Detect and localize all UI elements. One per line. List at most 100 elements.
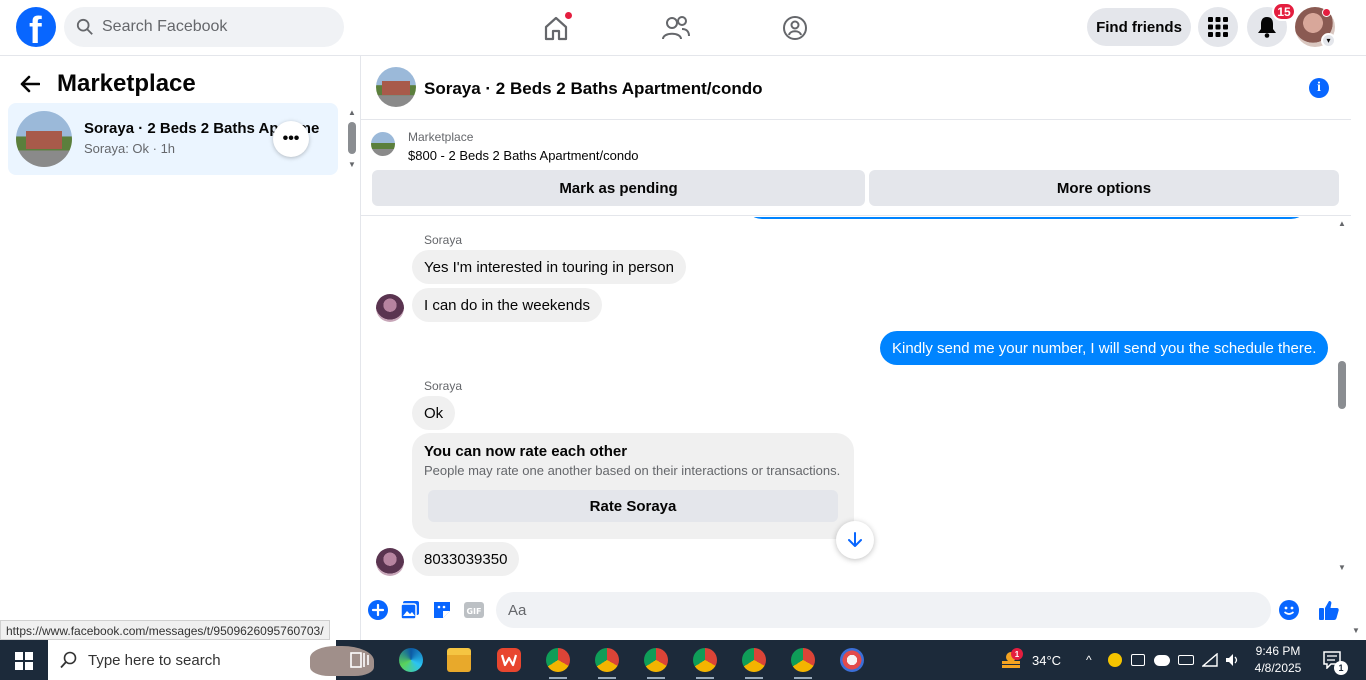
taskbar-search-placeholder: Type here to search <box>88 651 221 669</box>
chevron-down-icon[interactable]: ▾ <box>1321 33 1336 48</box>
marketplace-label: Marketplace <box>408 130 474 144</box>
scroll-up-arrow-icon[interactable]: ▲ <box>1338 219 1346 228</box>
chat-title[interactable]: Soraya · 2 Beds 2 Baths Apartment/condo <box>424 79 763 99</box>
conversation-item[interactable]: Soraya · 2 Beds 2 Baths Apartment/condo … <box>8 103 338 175</box>
search-icon <box>76 18 93 35</box>
volume-icon[interactable] <box>1225 653 1241 667</box>
page-scroll-down-icon[interactable]: ▼ <box>1352 626 1360 635</box>
sender-avatar[interactable] <box>376 294 404 322</box>
plus-circle-icon[interactable] <box>368 600 388 620</box>
sender-name: Soraya <box>424 233 463 247</box>
windows-start-icon[interactable] <box>15 652 33 670</box>
scrollbar-thumb[interactable] <box>348 122 356 154</box>
sender-name: Soraya <box>424 379 463 393</box>
chrome-profile-1-icon[interactable] <box>546 648 570 672</box>
message-composer: GIF <box>361 590 1366 630</box>
rating-prompt-description: People may rate one another based on the… <box>424 463 841 478</box>
find-friends-button[interactable]: Find friends <box>1087 8 1191 46</box>
active-app-indicator <box>549 677 567 679</box>
sender-avatar[interactable] <box>376 548 404 576</box>
task-view-icon[interactable] <box>348 648 372 672</box>
message-input[interactable] <box>496 592 1271 628</box>
groups-nav-button[interactable] <box>777 10 813 46</box>
wps-office-icon[interactable] <box>497 648 521 672</box>
sticker-icon[interactable] <box>432 600 452 620</box>
listing-mini-thumbnail <box>371 132 395 156</box>
message-thread[interactable]: Soraya Yes I'm interested in touring in … <box>361 217 1336 581</box>
rate-user-button[interactable]: Rate Soraya <box>428 490 838 522</box>
friends-icon <box>662 16 690 40</box>
svg-text:GIF: GIF <box>466 607 481 616</box>
more-options-button[interactable]: More options <box>869 170 1339 206</box>
bell-icon <box>1258 17 1276 38</box>
mark-as-pending-button[interactable]: Mark as pending <box>372 170 865 206</box>
onedrive-icon[interactable] <box>1154 654 1170 666</box>
house-image <box>382 81 410 95</box>
file-explorer-icon[interactable] <box>447 648 471 672</box>
photo-icon[interactable] <box>400 600 420 620</box>
chrome-profile-5-icon[interactable] <box>742 648 766 672</box>
info-icon[interactable]: i <box>1309 78 1329 98</box>
home-notification-dot <box>564 11 573 20</box>
thread-scrollbar[interactable]: ▲ ▼ <box>1336 217 1350 581</box>
listing-thumbnail <box>16 111 72 167</box>
profile-notification-dot <box>1322 8 1331 17</box>
thumbs-up-icon[interactable] <box>1318 599 1340 621</box>
chat-listing-thumbnail[interactable] <box>376 67 416 107</box>
search-input[interactable] <box>102 18 322 36</box>
wifi-icon[interactable] <box>1202 653 1218 667</box>
scroll-to-bottom-button[interactable] <box>836 521 874 559</box>
active-app-indicator <box>696 677 714 679</box>
rating-prompt-title: You can now rate each other <box>424 443 628 460</box>
house-image <box>26 131 62 149</box>
windows-taskbar: Type here to search 34°C 1 ^ 9:46 PM 4/8… <box>0 640 1366 680</box>
scroll-down-arrow-icon[interactable]: ▼ <box>348 160 356 169</box>
search-box[interactable] <box>64 7 344 47</box>
scrollbar-thumb[interactable] <box>1338 361 1346 409</box>
home-nav-button[interactable] <box>538 10 574 46</box>
edge-browser-icon[interactable] <box>399 648 423 672</box>
active-app-indicator <box>745 677 763 679</box>
scroll-up-arrow-icon[interactable]: ▲ <box>348 108 356 117</box>
status-bar-url: https://www.facebook.com/messages/t/9509… <box>0 620 330 640</box>
system-tray-icons <box>1108 640 1241 680</box>
clock-time: 9:46 PM <box>1255 644 1301 658</box>
paint-app-icon[interactable] <box>840 648 864 672</box>
taskbar-search-box[interactable]: Type here to search <box>48 640 374 680</box>
weather-alert-badge: 1 <box>1011 648 1023 660</box>
chat-header: Soraya · 2 Beds 2 Baths Apartment/condo … <box>361 56 1351 120</box>
previous-outgoing-message <box>744 217 1309 219</box>
marketplace-listing-strip: Marketplace $800 - 2 Beds 2 Baths Apartm… <box>361 120 1351 216</box>
arrow-down-icon <box>848 532 862 547</box>
facebook-logo-icon[interactable]: f <box>16 7 56 52</box>
outgoing-message[interactable]: Kindly send me your number, I will send … <box>880 331 1329 365</box>
more-options-icon[interactable]: ••• <box>273 121 309 157</box>
incoming-message[interactable]: 8033039350 <box>412 542 520 576</box>
battery-icon[interactable] <box>1178 655 1194 665</box>
chrome-profile-6-icon[interactable] <box>791 648 815 672</box>
incoming-message[interactable]: I can do in the weekends <box>412 288 602 322</box>
groups-icon <box>783 16 807 40</box>
incoming-message[interactable]: Yes I'm interested in touring in person <box>412 250 686 284</box>
notification-count-badge: 15 <box>1272 2 1296 21</box>
weather-widget[interactable]: 34°C <box>1000 640 1061 680</box>
meet-now-icon[interactable] <box>1131 654 1145 666</box>
chrome-profile-4-icon[interactable] <box>693 648 717 672</box>
back-arrow-icon[interactable] <box>20 73 41 99</box>
menu-button[interactable] <box>1198 7 1238 47</box>
scroll-down-arrow-icon[interactable]: ▼ <box>1338 563 1346 572</box>
tray-app-icon[interactable] <box>1108 653 1122 667</box>
chrome-profile-3-icon[interactable] <box>644 648 668 672</box>
notification-count-badge: 1 <box>1334 661 1348 675</box>
temperature-text: 34°C <box>1032 652 1062 668</box>
emoji-icon[interactable] <box>1279 600 1299 620</box>
friends-nav-button[interactable] <box>658 10 694 46</box>
incoming-message[interactable]: Ok <box>412 396 456 430</box>
gif-icon[interactable]: GIF <box>464 600 484 620</box>
show-hidden-icons-chevron[interactable]: ^ <box>1086 640 1092 680</box>
panel-title: Marketplace <box>57 70 196 97</box>
taskbar-clock[interactable]: 9:46 PM 4/8/2025 <box>1248 643 1308 677</box>
listing-title[interactable]: $800 - 2 Beds 2 Baths Apartment/condo <box>408 148 639 163</box>
rating-prompt-card: You can now rate each other People may r… <box>412 433 854 539</box>
chrome-profile-2-icon[interactable] <box>595 648 619 672</box>
